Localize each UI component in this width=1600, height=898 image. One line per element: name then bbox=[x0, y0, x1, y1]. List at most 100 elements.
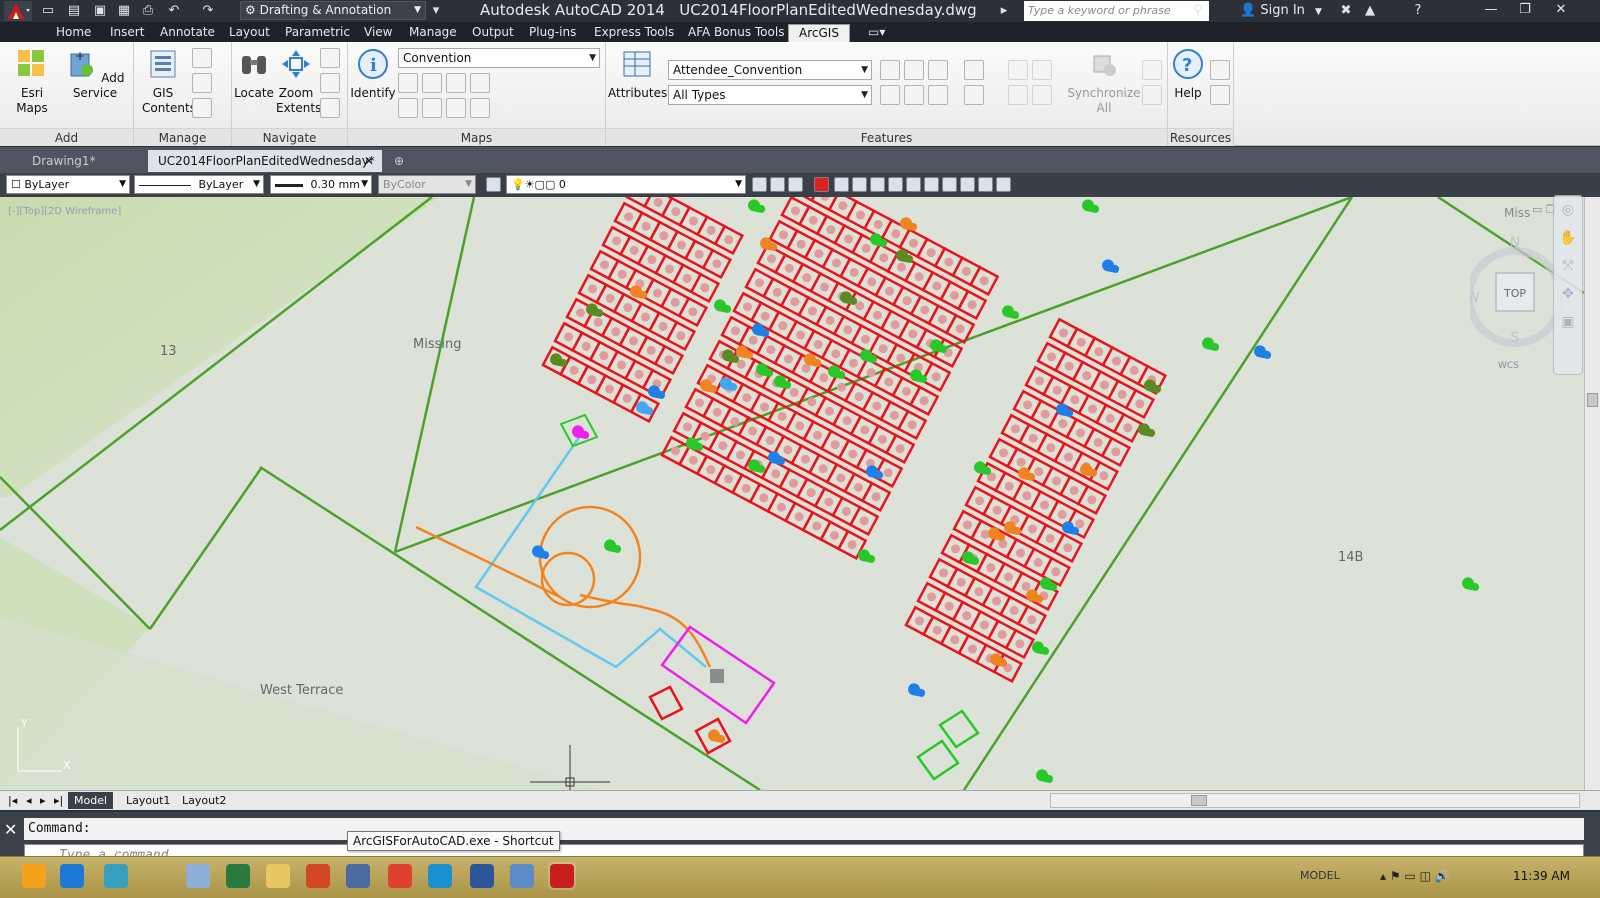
save-icon[interactable]: ▣ bbox=[92, 3, 108, 19]
tab-model[interactable]: Model bbox=[68, 792, 114, 809]
resource-window-icon[interactable] bbox=[1210, 60, 1230, 80]
table-icon[interactable] bbox=[880, 60, 900, 80]
match-layer-icon[interactable] bbox=[752, 177, 767, 192]
clock[interactable]: 11:39 AM bbox=[1513, 869, 1570, 883]
previous-extent-icon[interactable] bbox=[320, 48, 340, 68]
search-input[interactable]: Type a keyword or phrase bbox=[1024, 1, 1209, 21]
quick-access-menu-icon[interactable]: ▾ bbox=[428, 3, 444, 19]
autocad-logo-icon[interactable] bbox=[4, 1, 32, 21]
powerpoint-icon[interactable] bbox=[306, 864, 330, 888]
plot-icon[interactable]: ⎙ bbox=[140, 3, 156, 19]
chrome-icon[interactable] bbox=[388, 864, 412, 888]
select-features-icon[interactable] bbox=[904, 60, 924, 80]
binoculars-icon[interactable]: ⚲ bbox=[1190, 3, 1206, 19]
lineweight-dropdown[interactable]: 0.30 mm ▼ bbox=[270, 175, 372, 194]
help-icon[interactable]: ? bbox=[1410, 3, 1426, 19]
restore-button[interactable]: ❐ bbox=[1510, 0, 1540, 20]
center-icon[interactable] bbox=[398, 98, 418, 118]
close-x-icon[interactable] bbox=[814, 177, 829, 192]
refresh-icon[interactable] bbox=[446, 98, 466, 118]
zoom-extents-icon[interactable]: ⤧ bbox=[1554, 252, 1582, 280]
browser-icon[interactable] bbox=[428, 864, 452, 888]
ribbon-options-icon[interactable]: ▭▾ bbox=[868, 24, 885, 40]
redo-icon[interactable]: ↷ bbox=[200, 3, 216, 19]
remove-map-icon[interactable] bbox=[446, 73, 466, 93]
word-icon[interactable] bbox=[470, 864, 494, 888]
zoom-icon[interactable] bbox=[320, 98, 340, 118]
steering-wheel-icon[interactable]: ◎ bbox=[1554, 196, 1582, 224]
color-dropdown[interactable]: ☐ ByLayer ▼ bbox=[6, 175, 130, 194]
tab-home[interactable]: Home bbox=[56, 24, 91, 40]
sign-in-button[interactable]: 👤 Sign In ▼ bbox=[1240, 3, 1322, 18]
vertical-scroll-thumb[interactable] bbox=[1587, 393, 1598, 407]
tab-plugins[interactable]: Plug-ins bbox=[529, 24, 576, 40]
exchange-icon[interactable]: ✖ bbox=[1338, 3, 1354, 19]
minimize-viewport-icon[interactable]: ▭ bbox=[1532, 203, 1542, 216]
map-options-icon[interactable] bbox=[470, 98, 490, 118]
zoom-icon[interactable] bbox=[978, 177, 993, 192]
synchronize-all-button[interactable]: Synchronize All bbox=[1066, 48, 1142, 116]
add-feature-icon[interactable] bbox=[964, 60, 984, 80]
pan-to-icon[interactable] bbox=[880, 85, 900, 105]
compass-w-label[interactable]: W bbox=[1466, 290, 1480, 306]
compass-s-label[interactable]: S bbox=[1511, 330, 1520, 346]
close-button[interactable]: ✕ bbox=[1546, 0, 1576, 20]
tag-icon[interactable] bbox=[964, 85, 984, 105]
feature-type-dropdown[interactable]: All Types ▼ bbox=[668, 85, 872, 105]
app-icon[interactable] bbox=[186, 864, 210, 888]
app-icon[interactable] bbox=[510, 864, 534, 888]
esri-maps-button[interactable]: Esri Maps bbox=[6, 48, 58, 116]
tab-layout2[interactable]: Layout2 bbox=[176, 792, 232, 809]
autocad-taskbar-icon[interactable] bbox=[548, 862, 576, 890]
tab-arcgis[interactable]: ArcGIS bbox=[788, 24, 850, 42]
map-image-icon[interactable] bbox=[192, 48, 212, 68]
outlook-icon[interactable] bbox=[22, 864, 46, 888]
system-tray-icons[interactable]: ▴ ⚑ ▭ ◫ 🔊 bbox=[1380, 869, 1450, 883]
filter-icon[interactable] bbox=[928, 60, 948, 80]
status-model-label[interactable]: MODEL bbox=[1300, 869, 1340, 882]
tab-floorplan[interactable]: UC2014FloorPlanEditedWednesday* ✕ bbox=[148, 150, 382, 172]
minimize-button[interactable]: — bbox=[1476, 0, 1506, 20]
new-tab-button[interactable]: ⊕ bbox=[390, 150, 416, 172]
tab-annotate[interactable]: Annotate bbox=[160, 24, 215, 40]
help-button[interactable]: ? Help bbox=[1170, 48, 1206, 101]
text-style-icon[interactable] bbox=[924, 177, 939, 192]
app-icon[interactable] bbox=[346, 864, 370, 888]
layer-previous-icon[interactable] bbox=[770, 177, 785, 192]
attributes-button[interactable]: Attributes bbox=[608, 48, 667, 101]
layer-dropdown[interactable]: 💡☀▢▢ 0 ▼ bbox=[506, 175, 746, 194]
navigation-bar[interactable]: ◎ ✋ ⤧ ✥ ▣ bbox=[1553, 195, 1583, 375]
last-layout-icon[interactable]: ▸| bbox=[48, 792, 69, 809]
linetype-dropdown[interactable]: ByLayer ▼ bbox=[134, 175, 264, 194]
undo-icon[interactable]: ↶ bbox=[166, 3, 182, 19]
tab-express-tools[interactable]: Express Tools bbox=[594, 24, 674, 40]
horizontal-scroll-thumb[interactable] bbox=[1191, 795, 1207, 806]
map-dropdown[interactable]: Convention ▼ bbox=[398, 48, 600, 68]
layer-properties-icon[interactable] bbox=[486, 177, 501, 192]
drawing-canvas[interactable]: Missing 13 14B West Terrace Miss [-][Top… bbox=[0, 197, 1600, 790]
locate-button[interactable]: Locate bbox=[234, 48, 274, 101]
showmotion-icon[interactable]: ▣ bbox=[1554, 308, 1582, 336]
new-icon[interactable]: ▭ bbox=[40, 3, 56, 19]
save-as-icon[interactable]: ▦ bbox=[116, 3, 132, 19]
feature-style-icon[interactable] bbox=[928, 85, 948, 105]
map-tool-icon[interactable] bbox=[422, 73, 442, 93]
import-icon[interactable] bbox=[192, 73, 212, 93]
tab-drawing1[interactable]: Drawing1* bbox=[22, 150, 146, 172]
horizontal-scrollbar[interactable] bbox=[1050, 793, 1580, 808]
workspace-dropdown[interactable]: ⚙ Drafting & Annotation ▼ bbox=[240, 1, 426, 20]
tab-parametric[interactable]: Parametric bbox=[285, 24, 350, 40]
globe-app-icon[interactable] bbox=[226, 864, 250, 888]
globe-icon[interactable] bbox=[192, 98, 212, 118]
toolbar-tool-icon[interactable] bbox=[960, 177, 975, 192]
file-explorer-icon[interactable] bbox=[266, 864, 290, 888]
toolbar-tool-icon[interactable] bbox=[852, 177, 867, 192]
online-globe-icon[interactable] bbox=[1210, 85, 1230, 105]
text-icon[interactable] bbox=[906, 177, 921, 192]
search-app-icon[interactable] bbox=[104, 864, 128, 888]
toolbar-tool-icon[interactable] bbox=[870, 177, 885, 192]
close-command-line-icon[interactable]: ✕ bbox=[4, 820, 17, 839]
close-tab-icon[interactable]: ✕ bbox=[364, 150, 374, 172]
tab-insert[interactable]: Insert bbox=[110, 24, 144, 40]
orbit-icon[interactable]: ✥ bbox=[1554, 280, 1582, 308]
